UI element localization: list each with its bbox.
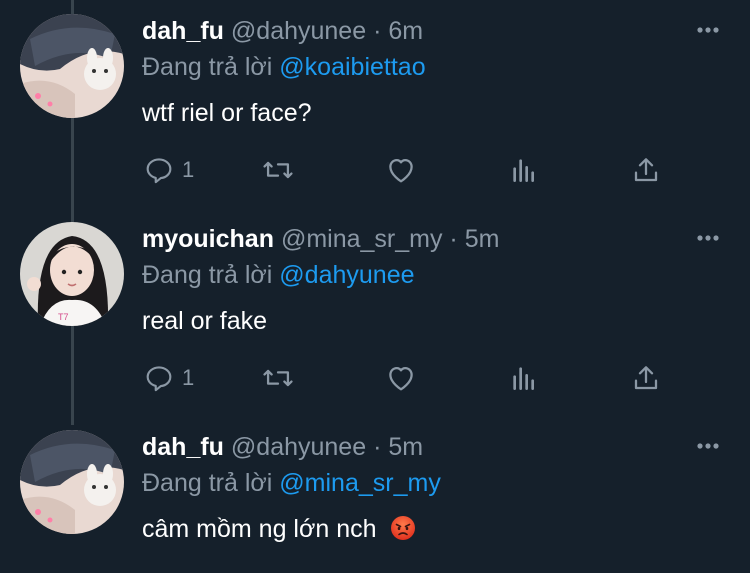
reply-count: 1: [182, 365, 195, 390]
tweet-text: real or fake: [142, 307, 268, 335]
reply-button[interactable]: 1: [142, 360, 194, 396]
share-button[interactable]: [630, 152, 662, 188]
replying-prefix: Đang trả lời: [142, 261, 273, 289]
separator: ·: [449, 225, 458, 253]
retweet-icon: [260, 153, 296, 187]
analytics-icon: [508, 153, 540, 187]
like-icon: [384, 361, 418, 395]
replying-prefix: Đang trả lời: [142, 53, 273, 81]
timestamp[interactable]: 6m: [388, 17, 423, 45]
tweet[interactable]: dah_fu @dahyunee · 5m Đang trả lời @mina…: [0, 416, 750, 573]
timestamp[interactable]: 5m: [388, 433, 423, 461]
share-icon: [630, 361, 662, 395]
share-icon: [630, 153, 662, 187]
display-name[interactable]: myouichan: [142, 225, 274, 253]
tweet-text: câm mồm ng lớn nch: [142, 512, 416, 550]
display-name[interactable]: dah_fu: [142, 17, 224, 45]
separator: ·: [373, 433, 382, 461]
handle[interactable]: @dahyunee: [231, 433, 366, 461]
action-bar: 1: [142, 360, 672, 396]
more-icon[interactable]: [692, 224, 724, 252]
analytics-icon: [508, 361, 540, 395]
tweet-header: dah_fu @dahyunee · 5m: [142, 430, 423, 464]
reply-icon: [142, 153, 176, 187]
timestamp[interactable]: 5m: [465, 225, 500, 253]
tweet[interactable]: T7 myouichan @mina_sr_my · 5m Đang trả l…: [0, 208, 750, 416]
retweet-button[interactable]: [260, 360, 296, 396]
replying-to: Đang trả lời @mina_sr_my: [142, 466, 441, 500]
angry-face-emoji: [390, 515, 416, 550]
replying-to: Đang trả lời @koaibiettao: [142, 50, 426, 84]
tweet-header: myouichan @mina_sr_my · 5m: [142, 222, 499, 256]
mention-link[interactable]: @mina_sr_my: [279, 469, 441, 497]
analytics-button[interactable]: [508, 360, 540, 396]
mention-link[interactable]: @koaibiettao: [279, 53, 425, 81]
more-icon[interactable]: [692, 432, 724, 460]
like-icon: [384, 153, 418, 187]
tweet-header: dah_fu @dahyunee · 6m: [142, 14, 423, 48]
display-name[interactable]: dah_fu: [142, 433, 224, 461]
retweet-icon: [260, 361, 296, 395]
handle[interactable]: @dahyunee: [231, 17, 366, 45]
tweet-text-content: câm mồm ng lớn nch: [142, 515, 377, 543]
avatar[interactable]: [20, 430, 124, 534]
mention-link[interactable]: @dahyunee: [279, 261, 414, 289]
reply-icon: [142, 361, 176, 395]
svg-text:T7: T7: [58, 312, 69, 322]
analytics-button[interactable]: [508, 152, 540, 188]
like-button[interactable]: [384, 360, 418, 396]
separator: ·: [373, 17, 382, 45]
action-bar: 1: [142, 152, 672, 188]
replying-prefix: Đang trả lời: [142, 469, 273, 497]
tweet[interactable]: dah_fu @dahyunee · 6m Đang trả lời @koai…: [0, 0, 750, 208]
avatar[interactable]: T7: [20, 222, 124, 326]
tweet-text: wtf riel or face?: [142, 99, 312, 127]
like-button[interactable]: [384, 152, 418, 188]
handle[interactable]: @mina_sr_my: [281, 225, 443, 253]
more-icon[interactable]: [692, 16, 724, 44]
avatar[interactable]: [20, 14, 124, 118]
replying-to: Đang trả lời @dahyunee: [142, 258, 415, 292]
reply-count: 1: [182, 157, 195, 182]
retweet-button[interactable]: [260, 152, 296, 188]
share-button[interactable]: [630, 360, 662, 396]
reply-button[interactable]: 1: [142, 152, 194, 188]
